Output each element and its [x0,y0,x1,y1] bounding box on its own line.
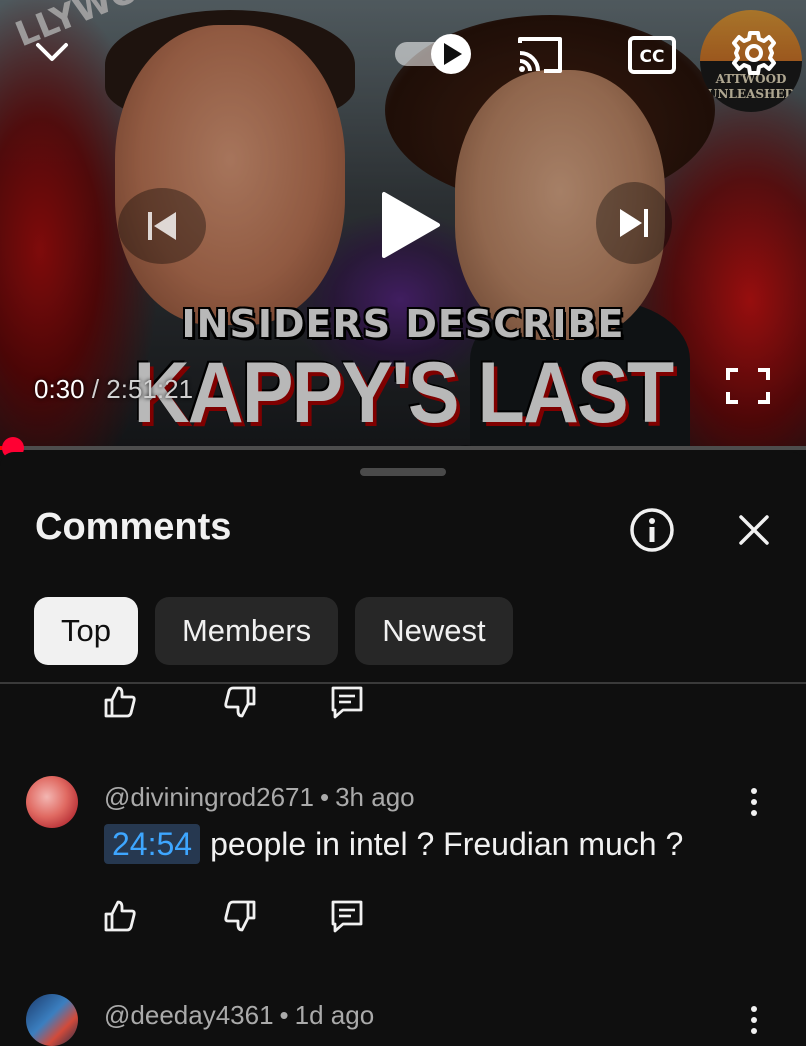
comment-time: 3h ago [335,782,415,812]
comment-body: 24:54 people in intel ? Freudian much ? [104,824,683,864]
fullscreen-button[interactable] [720,364,776,408]
thumbs-down-icon [224,686,256,718]
reply-button[interactable] [327,896,367,936]
reply-icon [331,900,363,933]
cast-icon [518,37,562,73]
avatar[interactable] [26,776,78,828]
thumbs-down-icon [224,900,256,932]
avatar[interactable] [26,994,78,1046]
play-button[interactable] [360,180,460,270]
fullscreen-icon [726,368,770,404]
comment-more-button[interactable] [736,998,772,1042]
chip-top[interactable]: Top [34,597,138,665]
comment-meta: @deeday4361 • 1d ago [104,1000,374,1031]
skip-next-icon [620,209,648,237]
captions-button[interactable]: CC [624,30,680,80]
comments-panel: Comments Top Members Newest @diviningrod… [0,452,806,1046]
svg-text:CC: CC [640,47,665,67]
reply-icon [331,686,363,719]
comment-time: 1d ago [294,1000,375,1030]
close-comments-button[interactable] [730,504,778,556]
thumbs-up-icon [104,900,136,932]
reply-button[interactable] [327,682,367,722]
autoplay-toggle-icon [395,34,471,74]
play-icon [382,192,440,258]
comments-info-button[interactable] [626,504,678,556]
minimize-player-button[interactable] [30,30,74,74]
comment-meta: @diviningrod2671 • 3h ago [104,782,415,813]
settings-button[interactable] [727,26,781,80]
info-icon [630,508,674,552]
current-time: 0:30 [34,374,85,404]
autoplay-toggle[interactable] [393,32,477,76]
skip-previous-icon [148,212,176,240]
comment-sort-chips: Top Members Newest [34,597,513,665]
more-vertical-icon [751,1006,757,1034]
progress-bar[interactable] [0,446,806,450]
previous-video-button[interactable] [118,188,206,264]
cc-icon: CC [628,36,676,74]
meta-separator: • [319,782,330,812]
like-button[interactable] [100,682,140,722]
dislike-button[interactable] [220,682,260,722]
gear-icon [732,31,776,75]
cast-button[interactable] [512,30,568,80]
playback-time: 0:30 / 2:51:21 [34,374,193,405]
like-button[interactable] [100,896,140,936]
dislike-button[interactable] [220,896,260,936]
video-duration: 2:51:21 [106,374,194,404]
chip-members[interactable]: Members [154,597,339,665]
sheet-drag-handle[interactable] [360,468,446,476]
chip-newest[interactable]: Newest [355,597,513,665]
comment-author[interactable]: @diviningrod2671 [104,782,314,812]
video-player[interactable]: LLYWOO ATTWOOD UNLEASHED INSIDERS DESCRI… [0,0,806,448]
more-vertical-icon [751,788,757,816]
thumbs-up-icon [104,686,136,718]
chevron-down-icon [36,43,68,61]
comments-title: Comments [35,506,232,548]
comment-text: people in intel ? Freudian much ? [210,825,684,862]
time-separator: / [84,374,107,404]
timestamp-link[interactable]: 24:54 [104,824,201,864]
close-icon [739,515,769,545]
next-video-button[interactable] [596,182,672,264]
meta-separator: • [279,1000,289,1030]
comment-more-button[interactable] [736,780,772,824]
comment-author[interactable]: @deeday4361 [104,1000,274,1030]
